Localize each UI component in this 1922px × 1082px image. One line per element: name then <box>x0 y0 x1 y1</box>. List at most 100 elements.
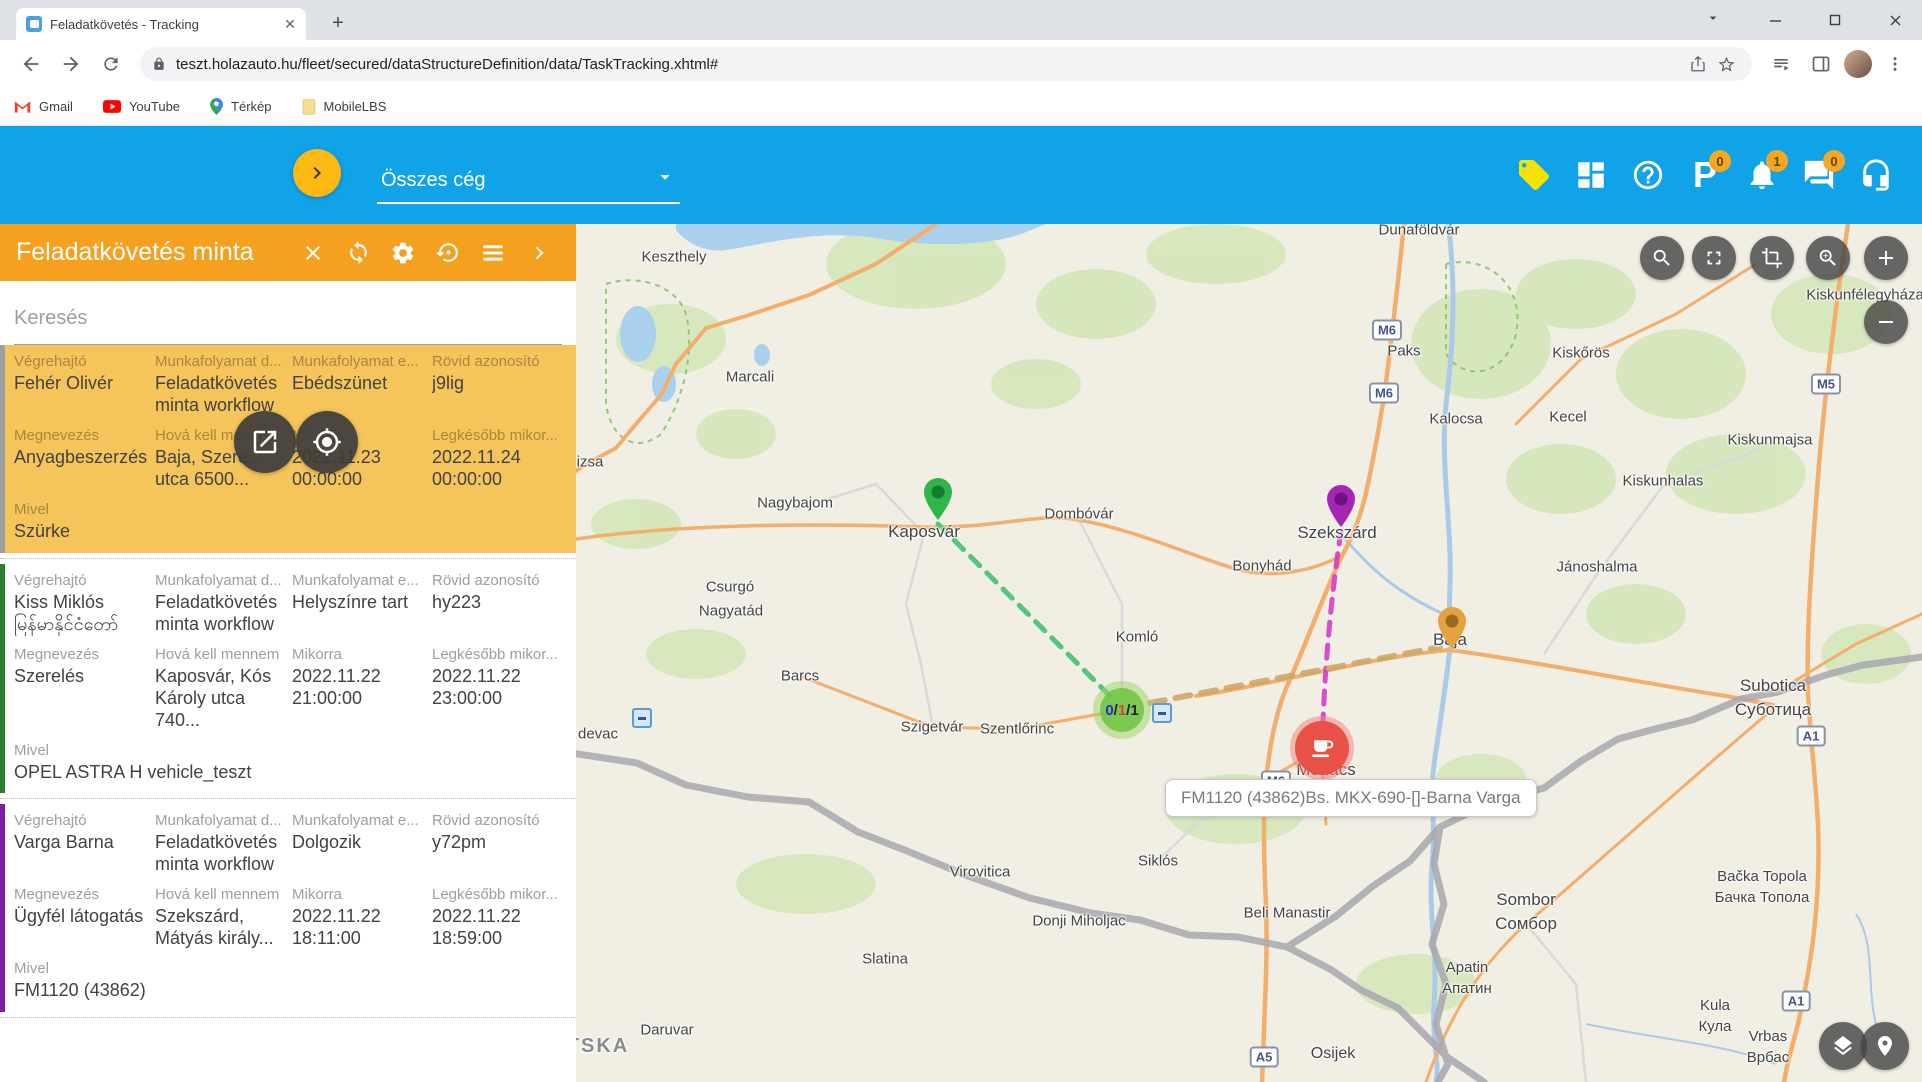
parking-button[interactable]: P 0 <box>1685 152 1725 198</box>
expand-panel-button[interactable] <box>524 239 552 267</box>
field-value: FM1120 (43862) <box>14 980 564 1002</box>
field-label: Rövid azonosító <box>432 572 564 589</box>
field-value: Fehér Olivér <box>14 373 149 395</box>
profile-avatar[interactable] <box>1844 50 1872 78</box>
field-label: Megnevezés <box>14 427 149 444</box>
field-value: Feladatkövetés minta workflow <box>155 832 286 876</box>
map-zoom-out-button[interactable] <box>1864 300 1908 344</box>
support-headset-button[interactable] <box>1856 152 1896 198</box>
search-input[interactable] <box>14 303 562 345</box>
list-view-button[interactable] <box>479 239 507 267</box>
window-minimize-button[interactable] <box>1752 0 1798 40</box>
vehicle-marker-break[interactable] <box>1295 721 1349 775</box>
tags-button[interactable] <box>1514 152 1554 198</box>
browser-tab[interactable]: Feladatkövetés - Tracking ✕ <box>16 8 306 40</box>
lock-icon <box>152 57 166 71</box>
card-separator <box>0 798 576 799</box>
field-label: Végrehajtó <box>14 812 149 829</box>
field-label: Munkafolyamat d... <box>155 812 286 829</box>
side-panel-icon[interactable] <box>1804 47 1838 81</box>
task-panel: Feladatkövetés minta VégrehajtóFehér Oli <box>0 224 576 1082</box>
map-canvas[interactable] <box>576 224 1922 1082</box>
field-label: Hová kell mennem <box>155 886 286 903</box>
reload-button[interactable] <box>94 47 128 81</box>
media-queue-icon[interactable] <box>1764 47 1798 81</box>
window-maximize-button[interactable] <box>1812 0 1858 40</box>
back-button[interactable] <box>14 47 48 81</box>
map-poi-square[interactable] <box>632 708 652 728</box>
company-filter-select[interactable]: Összes cég <box>377 164 680 204</box>
field-value: hy223 <box>432 592 564 614</box>
field-label: Munkafolyamat e... <box>292 572 426 589</box>
apps-grid-button[interactable] <box>1571 152 1611 198</box>
task-card-list: Végrehajtó Fehér Olivér Munkafolyamat d...… <box>0 345 576 1018</box>
panel-title: Feladatkövetés minta <box>16 238 254 267</box>
bookmark-youtube[interactable]: YouTube <box>103 99 180 114</box>
road-shield: M5 <box>1811 374 1841 395</box>
vehicle-tooltip: FM1120 (43862)Bs. MKX-690-[]-Barna Varga <box>1165 779 1537 817</box>
destination-pin-purple[interactable] <box>1325 484 1357 528</box>
app-header: Összes cég P 0 1 0 <box>0 126 1922 224</box>
destination-pin-orange[interactable] <box>1436 606 1468 650</box>
restore-button[interactable] <box>434 239 462 267</box>
map-crop-button[interactable] <box>1750 236 1794 280</box>
settings-button[interactable] <box>389 239 417 267</box>
notifications-button[interactable]: 1 <box>1742 152 1782 198</box>
field-value: y72pm <box>432 832 564 854</box>
task-card[interactable]: VégrehajtóVarga BarnaMunkafolyamat d...F… <box>0 804 576 1012</box>
field-value: Helyszínre tart <box>292 592 426 614</box>
task-card[interactable]: VégrehajtóKiss Miklós မြန်မာနိုင်ငံတော်M… <box>0 564 576 794</box>
card-separator <box>0 1017 576 1018</box>
tab-search-chevron-icon[interactable] <box>1705 10 1721 31</box>
parking-badge: 0 <box>1709 150 1731 172</box>
locate-task-button[interactable] <box>296 411 358 473</box>
map-locate-button[interactable] <box>1861 1022 1909 1070</box>
map-zoom-box-button[interactable] <box>1806 236 1850 280</box>
bookmark-star-icon[interactable] <box>1712 50 1740 78</box>
map-layers-button[interactable] <box>1819 1022 1867 1070</box>
coffee-cup-icon <box>1309 735 1335 761</box>
bookmark-gmail[interactable]: Gmail <box>14 99 73 114</box>
help-button[interactable] <box>1628 152 1668 198</box>
map-search-button[interactable] <box>1640 236 1684 280</box>
messages-button[interactable]: 0 <box>1799 152 1839 198</box>
crosshair-icon <box>312 427 342 457</box>
field-label: Végrehajtó <box>14 353 149 370</box>
close-panel-button[interactable] <box>299 239 327 267</box>
map[interactable]: DunaföldvárKeszthelyMarcaliizsaNagybajom… <box>576 224 1922 1082</box>
browser-tab-strip: Feladatkövetés - Tracking ✕ + <box>0 0 1922 40</box>
field-label: Hová kell mennem <box>155 646 286 663</box>
url-bar[interactable]: teszt.holazauto.hu/fleet/secured/dataStr… <box>140 47 1752 81</box>
bookmark-maps[interactable]: Térkép <box>210 98 271 115</box>
gmail-icon <box>14 100 31 114</box>
field-label: Mikorra <box>292 886 426 903</box>
window-close-button[interactable] <box>1872 0 1918 40</box>
bookmark-mobilelbs[interactable]: MobileLBS <box>302 99 387 115</box>
field-label: Munkafolyamat e... <box>292 812 426 829</box>
road-shield: M6 <box>1372 320 1402 341</box>
field-label: Legkésőbb mikor... <box>432 646 564 663</box>
map-zoom-in-button[interactable] <box>1864 236 1908 280</box>
share-icon[interactable] <box>1684 50 1712 78</box>
road-shield: A5 <box>1250 1047 1279 1068</box>
panel-header: Feladatkövetés minta <box>0 224 576 281</box>
field-value: 2022.11.22 18:59:00 <box>432 906 564 950</box>
open-task-button[interactable] <box>234 411 296 473</box>
task-card[interactable]: VégrehajtóFehér OlivérMunkafolyamat d...… <box>0 345 576 553</box>
expand-menu-button[interactable] <box>293 149 341 197</box>
field-label: Rövid azonosító <box>432 812 564 829</box>
field-label: Munkafolyamat d... <box>155 572 286 589</box>
menu-kebab-icon[interactable] <box>1878 47 1912 81</box>
road-shield: A1 <box>1797 726 1826 747</box>
map-fullscreen-button[interactable] <box>1692 236 1736 280</box>
field-value: OPEL ASTRA H vehicle_teszt <box>14 762 564 784</box>
marker-cluster[interactable]: 0/1/1 <box>1093 681 1151 739</box>
forward-button[interactable] <box>54 47 88 81</box>
new-tab-button[interactable]: + <box>326 12 350 36</box>
map-poi-square[interactable] <box>1152 703 1172 723</box>
field-value: Dolgozik <box>292 832 426 854</box>
tab-close-icon[interactable]: ✕ <box>282 16 298 32</box>
sync-button[interactable] <box>344 239 372 267</box>
field-label: Mivel <box>14 960 564 977</box>
destination-pin-green[interactable] <box>922 477 954 521</box>
